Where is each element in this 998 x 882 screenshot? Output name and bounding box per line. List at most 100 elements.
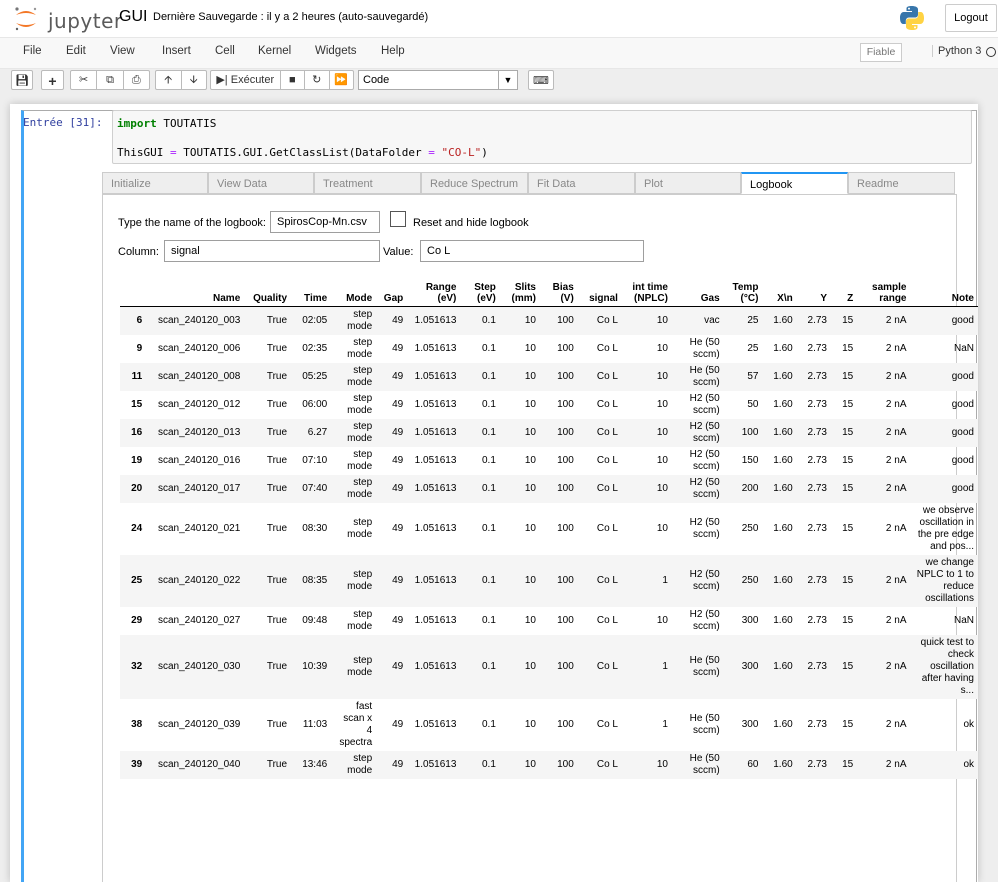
logbook-name-input[interactable]: SpirosCop-Mn.csv xyxy=(270,211,380,233)
table-cell: 0.1 xyxy=(460,751,500,779)
column-header xyxy=(120,280,147,307)
table-cell: 1.60 xyxy=(773,343,793,354)
table-cell: NaN xyxy=(953,343,974,354)
restart-button[interactable]: ↻ xyxy=(305,71,330,89)
table-cell: True xyxy=(244,306,292,335)
menu-widgets[interactable]: Widgets xyxy=(315,45,357,57)
table-cell: True xyxy=(244,555,292,607)
menu-file[interactable]: File xyxy=(23,45,42,57)
move-up-button[interactable]: 🡩 xyxy=(156,71,182,89)
table-cell: 1.60 xyxy=(762,475,797,503)
column-header: Slits (mm) xyxy=(499,280,540,307)
table-cell: 1.60 xyxy=(762,419,797,447)
tab-readme[interactable]: Readme xyxy=(848,172,955,194)
table-cell: 2 nA xyxy=(885,615,907,626)
table-cell: 11:03 xyxy=(302,719,328,730)
code-editor[interactable]: import TOUTATIS ThisGUI = TOUTATIS.GUI.G… xyxy=(112,110,972,164)
tab-plot[interactable]: Plot xyxy=(635,172,741,194)
row-index: 38 xyxy=(131,719,143,730)
table-cell: True xyxy=(266,719,288,730)
jupyter-logo-icon xyxy=(15,7,37,31)
code-line-2: ThisGUI = TOUTATIS.GUI.GetClassList(Data… xyxy=(117,146,488,159)
paste-button[interactable]: ⎙ xyxy=(124,71,149,89)
menu-insert[interactable]: Insert xyxy=(162,45,191,57)
run-all-button[interactable]: ⏩ xyxy=(330,71,354,89)
command-palette-button[interactable]: ⌨ xyxy=(528,70,554,90)
table-cell: 10 xyxy=(524,343,536,354)
table-cell: NaN xyxy=(953,615,974,626)
table-row: 25 scan_240120_022 True 08:35 step mode 49 1.0… xyxy=(120,555,978,607)
table-cell: 49 xyxy=(392,719,404,730)
table-cell: 10 xyxy=(524,615,536,626)
tab-logbook[interactable]: Logbook xyxy=(741,172,848,194)
table-cell: 1.051613 xyxy=(407,306,461,335)
table-cell: 100 xyxy=(539,635,578,699)
table-row: 6 scan_240120_003 True 02:05 step mode 49 1.05… xyxy=(120,306,978,335)
insert-cell-button[interactable]: + xyxy=(41,70,64,90)
column-header: Mode xyxy=(331,280,377,307)
tab-reduce-spectrum[interactable]: Reduce Spectrum xyxy=(421,172,528,194)
menu-cell[interactable]: Cell xyxy=(215,45,235,57)
menu-kernel[interactable]: Kernel xyxy=(258,45,291,57)
tab-initialize[interactable]: Initialize xyxy=(102,172,208,194)
tab-view-data[interactable]: View Data xyxy=(208,172,314,194)
table-cell: 10 xyxy=(621,363,672,391)
move-down-button[interactable]: 🡫 xyxy=(182,71,207,89)
table-cell: 10 xyxy=(524,455,536,466)
save-status: Dernière Sauvegarde : il y a 2 heures (a… xyxy=(153,11,429,23)
table-cell: step mode xyxy=(331,419,377,447)
table-row: 24 scan_240120_021 True 08:30 step mode 49 1.0… xyxy=(120,503,978,555)
table-cell: 10 xyxy=(499,419,540,447)
save-button[interactable]: 💾︎ xyxy=(11,70,33,90)
table-cell: good xyxy=(910,306,978,335)
table-cell: 15 xyxy=(842,455,854,466)
table-cell: Co L xyxy=(577,555,622,607)
table-row: 9 scan_240120_006 True 02:35 step mode 49 1.05… xyxy=(120,335,978,363)
run-button[interactable]: ▶| Exécuter xyxy=(211,71,281,89)
table-cell: 0.1 xyxy=(460,475,500,503)
logbook-table: Name Quality Time Mode Gap Range (eV) Step (eV… xyxy=(120,280,978,779)
table-cell: ok xyxy=(910,751,978,779)
table-cell: 2.73 xyxy=(807,615,827,626)
table-cell: 49 xyxy=(376,363,408,391)
column-input[interactable]: signal xyxy=(164,240,380,262)
menu-view[interactable]: View xyxy=(110,45,135,57)
table-cell: quick test to check oscillation after ha… xyxy=(910,635,978,699)
interrupt-button[interactable]: ■ xyxy=(281,71,306,89)
cell-type-select[interactable]: Code ▼ xyxy=(358,70,518,90)
table-row: 19 scan_240120_016 True 07:10 step mode 49 1.0… xyxy=(120,447,978,475)
jupyter-logo[interactable]: jupyter xyxy=(12,6,122,33)
table-cell: 10 xyxy=(499,751,540,779)
table-cell: 250 xyxy=(741,523,759,534)
table-cell: 100 xyxy=(557,399,574,410)
table-cell: Co L xyxy=(596,523,618,534)
column-header: Note xyxy=(910,280,978,307)
reset-logbook-checkbox[interactable] xyxy=(390,211,406,227)
table-cell: 10 xyxy=(621,306,672,335)
copy-button[interactable]: ⧉ xyxy=(97,71,124,89)
table-cell: 0.1 xyxy=(482,523,496,534)
row-index: 19 xyxy=(131,455,143,466)
table-cell: 60 xyxy=(723,751,763,779)
menu-help[interactable]: Help xyxy=(381,45,405,57)
table-cell: 49 xyxy=(376,635,408,699)
value-input[interactable]: Co L xyxy=(420,240,644,262)
table-cell: 100 xyxy=(557,719,574,730)
tab-fit-data[interactable]: Fit Data xyxy=(528,172,635,194)
table-cell: 1 xyxy=(621,635,672,699)
tab-treatment[interactable]: Treatment xyxy=(314,172,421,194)
logout-button[interactable]: Logout xyxy=(945,4,997,32)
table-cell: step mode xyxy=(347,449,373,472)
table-cell: True xyxy=(244,419,292,447)
notebook-container: Entrée [31]: import TOUTATIS ThisGUI = T… xyxy=(10,104,978,882)
trusted-badge[interactable]: Fiable xyxy=(860,43,902,62)
toolbar: 💾︎ + ✂ ⧉ ⎙ 🡩 🡫 ▶| Exécuter ■ ↻ ⏩ Code ▼ … xyxy=(0,68,998,98)
menu-edit[interactable]: Edit xyxy=(66,45,86,57)
cut-button[interactable]: ✂ xyxy=(71,71,98,89)
arrow-down-icon: 🡫 xyxy=(189,74,198,86)
table-cell: 2.73 xyxy=(796,475,831,503)
table-cell: 1.60 xyxy=(762,751,797,779)
table-cell: 2 nA xyxy=(857,555,911,607)
notebook-name[interactable]: GUI xyxy=(119,8,147,26)
arrow-up-icon: 🡩 xyxy=(164,74,173,86)
